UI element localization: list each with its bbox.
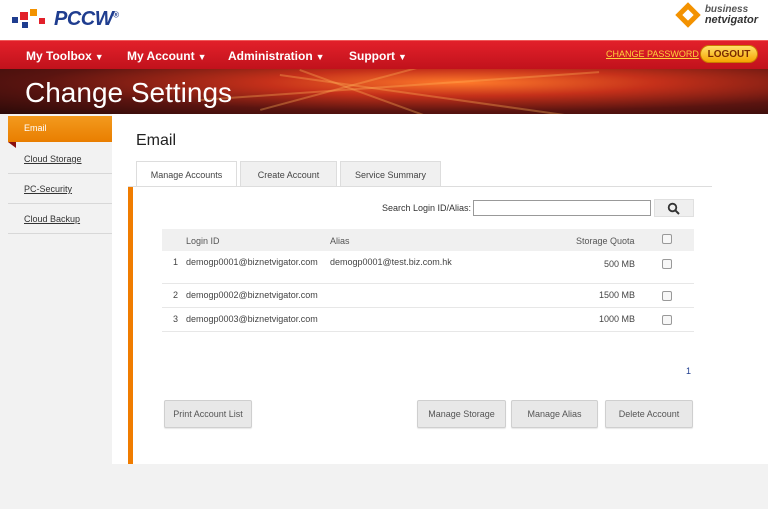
sidebar-item-pc-security[interactable]: PC-Security: [24, 184, 72, 194]
search-icon: [667, 202, 680, 215]
pccw-logo-text: PCCW®: [54, 7, 119, 30]
row-login-id: demogp0002@biznetvigator.com: [186, 290, 318, 300]
section-heading: Email: [136, 132, 177, 149]
select-all-checkbox[interactable]: [662, 234, 672, 244]
netvigator-diamond-icon: [675, 2, 701, 28]
sidebar-divider: [8, 203, 112, 204]
delete-account-button[interactable]: Delete Account: [605, 400, 693, 428]
main-nav: My Toolbox ▼ My Account ▼ Administration ▼ …: [0, 40, 768, 69]
row-index: 2: [173, 290, 179, 300]
table-row[interactable]: 3 demogp0003@biznetvigator.com 1000 MB: [162, 308, 694, 332]
top-bar: PCCW® business netvigator: [0, 0, 768, 40]
chevron-down-icon: ▼: [197, 52, 207, 62]
chevron-down-icon: ▼: [398, 52, 407, 62]
print-account-list-button[interactable]: Print Account List: [164, 400, 252, 428]
pccw-logo-mark-icon: [12, 9, 48, 29]
tab-create-account[interactable]: Create Account: [240, 161, 337, 187]
column-alias: Alias: [330, 236, 350, 246]
row-login-id: demogp0003@biznetvigator.com: [186, 314, 318, 324]
row-quota: 1500 MB: [599, 290, 636, 300]
manage-storage-button[interactable]: Manage Storage: [417, 400, 506, 428]
page-banner: Change Settings: [0, 69, 768, 114]
nav-administration[interactable]: Administration ▼: [228, 49, 325, 63]
table-row[interactable]: 2 demogp0002@biznetvigator.com 1500 MB: [162, 284, 694, 308]
column-login-id: Login ID: [186, 236, 220, 246]
row-quota: 1000 MB: [599, 314, 636, 324]
row-index: 1: [173, 257, 179, 267]
column-storage-quota: Storage Quota: [576, 236, 635, 246]
sidebar-divider: [8, 233, 112, 234]
nav-my-toolbox[interactable]: My Toolbox ▼: [26, 49, 104, 63]
row-checkbox[interactable]: [662, 291, 672, 301]
row-checkbox[interactable]: [662, 259, 672, 269]
table-header: Login ID Alias Storage Quota: [162, 229, 694, 251]
change-password-link[interactable]: CHANGE PASSWORD: [606, 49, 699, 59]
row-quota: 500 MB: [604, 259, 636, 269]
logout-button[interactable]: LOGOUT: [700, 45, 758, 63]
content-footer: [112, 464, 768, 509]
row-alias: demogp0001@test.biz.com.hk: [330, 257, 452, 267]
pccw-logo[interactable]: PCCW®: [12, 8, 119, 30]
table-row[interactable]: 1 demogp0001@biznetvigator.com demogp000…: [162, 251, 694, 284]
partner-line-2: netvigator: [704, 14, 758, 26]
row-login-id: demogp0001@biznetvigator.com: [186, 257, 318, 267]
chevron-down-icon: ▼: [315, 52, 325, 62]
sidebar-item-cloud-storage[interactable]: Cloud Storage: [24, 154, 82, 164]
panel-accent-bar: [128, 187, 133, 464]
page-title: Change Settings: [25, 77, 233, 108]
sidebar-item-cloud-backup[interactable]: Cloud Backup: [24, 214, 80, 224]
row-index: 3: [173, 314, 179, 324]
pagination-page-1[interactable]: 1: [686, 366, 691, 376]
search-input[interactable]: [473, 200, 651, 216]
search-label: Search Login ID/Alias:: [382, 203, 472, 213]
sidebar-item-email[interactable]: Email: [8, 116, 112, 142]
business-netvigator-logo: business netvigator: [675, 2, 758, 28]
active-item-fold-icon: [8, 142, 16, 148]
manage-alias-button[interactable]: Manage Alias: [511, 400, 598, 428]
tab-service-summary[interactable]: Service Summary: [340, 161, 441, 187]
chevron-down-icon: ▼: [94, 52, 104, 62]
tab-manage-accounts[interactable]: Manage Accounts: [136, 161, 237, 188]
nav-support[interactable]: Support ▼: [349, 49, 407, 63]
nav-my-account[interactable]: My Account ▼: [127, 49, 206, 63]
sidebar-divider: [8, 173, 112, 174]
row-checkbox[interactable]: [662, 315, 672, 325]
search-button[interactable]: [654, 199, 694, 217]
